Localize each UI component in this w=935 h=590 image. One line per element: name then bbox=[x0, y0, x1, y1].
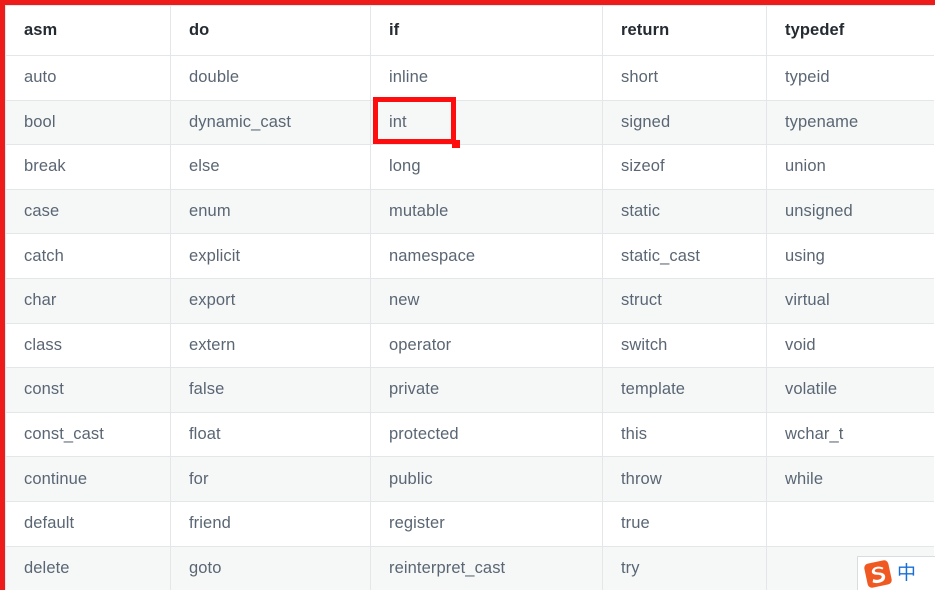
table-row: continue for public throw while bbox=[5, 456, 934, 502]
keyword-cell[interactable]: static bbox=[602, 188, 767, 235]
keyword-cell[interactable]: extern bbox=[170, 322, 371, 369]
keyword-cell[interactable]: public bbox=[370, 456, 603, 502]
keyword-cell[interactable]: short bbox=[602, 55, 767, 101]
keyword-cell[interactable]: goto bbox=[170, 545, 371, 590]
keyword-cell[interactable]: long bbox=[370, 144, 603, 190]
table-row: delete goto reinterpret_cast try bbox=[5, 545, 934, 590]
keyword-cell[interactable]: new bbox=[370, 277, 603, 324]
keyword-cell-empty[interactable] bbox=[766, 500, 934, 547]
capture-top-border bbox=[0, 0, 935, 5]
keyword-cell[interactable]: switch bbox=[602, 322, 767, 369]
screenshot-canvas: asm do if return typedef auto double inl… bbox=[0, 0, 935, 590]
keyword-cell[interactable]: void bbox=[766, 322, 934, 369]
table-row: break else long sizeof union bbox=[5, 144, 934, 190]
keyword-cell[interactable]: const bbox=[5, 367, 171, 413]
keyword-table: asm do if return typedef auto double inl… bbox=[5, 5, 934, 590]
keyword-cell[interactable]: explicit bbox=[170, 233, 371, 279]
column-header-2[interactable]: do bbox=[170, 5, 371, 56]
keyword-cell[interactable]: register bbox=[370, 500, 603, 547]
keyword-table-container: asm do if return typedef auto double inl… bbox=[5, 5, 934, 590]
table-row: auto double inline short typeid bbox=[5, 55, 934, 101]
table-row: char export new struct virtual bbox=[5, 277, 934, 324]
keyword-cell[interactable]: float bbox=[170, 411, 371, 458]
column-header-4[interactable]: return bbox=[602, 5, 767, 56]
table-row: class extern operator switch void bbox=[5, 322, 934, 369]
keyword-cell[interactable]: for bbox=[170, 456, 371, 502]
keyword-cell[interactable]: export bbox=[170, 277, 371, 324]
keyword-cell[interactable]: auto bbox=[5, 55, 171, 101]
keyword-cell[interactable]: false bbox=[170, 367, 371, 413]
sogou-ime-indicator[interactable]: 中 bbox=[857, 556, 935, 590]
keyword-cell[interactable]: inline bbox=[370, 55, 603, 101]
keyword-cell[interactable]: char bbox=[5, 277, 171, 324]
keyword-cell[interactable]: virtual bbox=[766, 277, 934, 324]
table-row: catch explicit namespace static_cast usi… bbox=[5, 233, 934, 279]
keyword-cell[interactable]: protected bbox=[370, 411, 603, 458]
keyword-cell[interactable]: namespace bbox=[370, 233, 603, 279]
keyword-cell[interactable]: union bbox=[766, 144, 934, 190]
keyword-cell[interactable]: unsigned bbox=[766, 188, 934, 235]
table-row: const false private template volatile bbox=[5, 367, 934, 413]
keyword-cell[interactable]: typename bbox=[766, 99, 934, 146]
keyword-cell[interactable]: using bbox=[766, 233, 934, 279]
keyword-cell[interactable]: else bbox=[170, 144, 371, 190]
keyword-cell[interactable]: operator bbox=[370, 322, 603, 369]
column-header-5[interactable]: typedef bbox=[766, 5, 934, 56]
keyword-cell[interactable]: volatile bbox=[766, 367, 934, 413]
keyword-cell[interactable]: typeid bbox=[766, 55, 934, 101]
keyword-cell[interactable]: delete bbox=[5, 545, 171, 590]
keyword-cell[interactable]: mutable bbox=[370, 188, 603, 235]
table-body: auto double inline short typeid bool dyn… bbox=[5, 55, 934, 590]
table-row: const_cast float protected this wchar_t bbox=[5, 411, 934, 458]
table-row: default friend register true bbox=[5, 500, 934, 547]
keyword-cell[interactable]: while bbox=[766, 456, 934, 502]
selection-resize-handle[interactable] bbox=[452, 140, 460, 148]
keyword-cell[interactable]: private bbox=[370, 367, 603, 413]
keyword-cell[interactable]: bool bbox=[5, 99, 171, 146]
keyword-cell[interactable]: default bbox=[5, 500, 171, 547]
keyword-cell[interactable]: sizeof bbox=[602, 144, 767, 190]
keyword-cell[interactable]: double bbox=[170, 55, 371, 101]
keyword-cell[interactable]: true bbox=[602, 500, 767, 547]
column-header-3[interactable]: if bbox=[370, 5, 603, 56]
keyword-cell[interactable]: wchar_t bbox=[766, 411, 934, 458]
keyword-cell[interactable]: reinterpret_cast bbox=[370, 545, 603, 590]
capture-left-border bbox=[0, 0, 5, 590]
keyword-cell[interactable]: this bbox=[602, 411, 767, 458]
keyword-cell[interactable]: break bbox=[5, 144, 171, 190]
keyword-cell[interactable]: try bbox=[602, 545, 767, 590]
table-header: asm do if return typedef bbox=[5, 5, 934, 56]
keyword-cell-int-selected[interactable]: int bbox=[370, 99, 603, 146]
keyword-cell[interactable]: template bbox=[602, 367, 767, 413]
table-header-row: asm do if return typedef bbox=[5, 5, 934, 56]
keyword-cell[interactable]: case bbox=[5, 188, 171, 235]
keyword-cell[interactable]: dynamic_cast bbox=[170, 99, 371, 146]
keyword-cell[interactable]: class bbox=[5, 322, 171, 369]
keyword-cell[interactable]: const_cast bbox=[5, 411, 171, 458]
ime-mode-label[interactable]: 中 bbox=[897, 564, 916, 583]
table-row: case enum mutable static unsigned bbox=[5, 188, 934, 235]
keyword-cell[interactable]: static_cast bbox=[602, 233, 767, 279]
keyword-cell[interactable]: friend bbox=[170, 500, 371, 547]
keyword-cell[interactable]: struct bbox=[602, 277, 767, 324]
table-row: bool dynamic_cast int signed typename bbox=[5, 99, 934, 146]
keyword-cell[interactable]: catch bbox=[5, 233, 171, 279]
sogou-logo-icon[interactable] bbox=[861, 557, 894, 590]
column-header-1[interactable]: asm bbox=[5, 5, 171, 56]
keyword-cell[interactable]: signed bbox=[602, 99, 767, 146]
keyword-cell[interactable]: throw bbox=[602, 456, 767, 502]
keyword-cell[interactable]: continue bbox=[5, 456, 171, 502]
keyword-cell[interactable]: enum bbox=[170, 188, 371, 235]
